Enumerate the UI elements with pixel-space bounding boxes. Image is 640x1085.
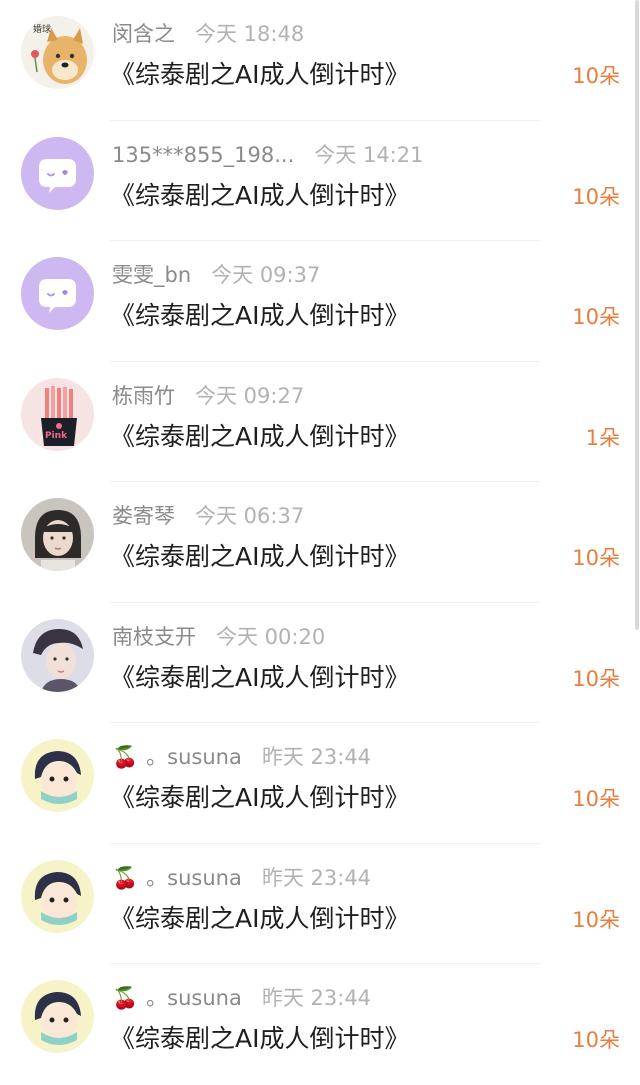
- book-title: 《综泰剧之AI成人倒计时》: [110, 1024, 410, 1053]
- avatar-text: Pink: [45, 431, 68, 441]
- user-name[interactable]: 南枝支开: [112, 621, 196, 651]
- flower-count: 10朵: [572, 184, 620, 209]
- timestamp: 今天 09:37: [211, 263, 321, 287]
- list-item[interactable]: 婚球 闵含之 今天 18:48 《综泰剧之AI成人倒计时》 10朵: [0, 0, 640, 121]
- chat-bubble-avatar-icon: [21, 257, 94, 330]
- flower-count: 10朵: [572, 666, 620, 691]
- timestamp: 今天 18:48: [195, 22, 305, 46]
- book-title: 《综泰剧之AI成人倒计时》: [110, 903, 410, 933]
- avatar[interactable]: Pink: [21, 377, 94, 451]
- flower-count: 10朵: [572, 1028, 620, 1052]
- list-item[interactable]: 🍒 。susuna 昨天 23:44 《综泰剧之AI成人倒计时》 10朵: [0, 844, 640, 964]
- flower-count: 1朵: [585, 425, 620, 450]
- cherry-icon: 🍒: [112, 986, 139, 1010]
- timestamp: 今天 14:21: [314, 142, 424, 167]
- avatar[interactable]: [21, 618, 94, 692]
- list-item[interactable]: 🍒 。susuna 昨天 23:44 《综泰剧之AI成人倒计时》 10朵: [0, 964, 640, 1085]
- avatar-text: 婚球: [33, 23, 51, 35]
- list-item[interactable]: Pink 栋雨竹 今天 09:27 《综泰剧之AI成人倒计时》 1朵: [0, 362, 640, 482]
- book-title: 《综泰剧之AI成人倒计时》: [110, 783, 410, 812]
- list-item[interactable]: 娄寄琴 今天 06:37 《综泰剧之AI成人倒计时》 10朵: [0, 482, 640, 603]
- cartoon-boy-avatar-icon: [21, 859, 94, 933]
- avatar[interactable]: 婚球: [21, 16, 94, 89]
- timestamp: 昨天 23:44: [261, 865, 372, 890]
- book-title: 《综泰剧之AI成人倒计时》: [110, 542, 410, 571]
- book-title: 《综泰剧之AI成人倒计时》: [110, 60, 410, 89]
- cherry-icon: 🍒: [112, 865, 139, 890]
- user-name[interactable]: 135***855_198...: [112, 143, 294, 167]
- dog-avatar-icon: 婚球: [21, 16, 94, 89]
- cartoon-boy-avatar-icon: [21, 980, 94, 1053]
- flower-count: 10朵: [572, 546, 620, 570]
- user-name[interactable]: 。susuna: [146, 982, 242, 1012]
- list-item[interactable]: 135***855_198... 今天 14:21 《综泰剧之AI成人倒计时》 …: [0, 121, 640, 241]
- flower-count: 10朵: [572, 64, 620, 88]
- book-title: 《综泰剧之AI成人倒计时》: [110, 421, 410, 451]
- timestamp: 今天 09:27: [195, 383, 305, 408]
- list-item[interactable]: 🍒 。susuna 昨天 23:44 《综泰剧之AI成人倒计时》 10朵: [0, 723, 640, 844]
- flower-count: 10朵: [572, 907, 620, 932]
- boy-photo-avatar-icon: [21, 618, 94, 692]
- chat-bubble-avatar-icon: [21, 136, 94, 210]
- book-title: 《综泰剧之AI成人倒计时》: [110, 180, 410, 210]
- avatar[interactable]: [21, 980, 94, 1053]
- flower-count: 10朵: [572, 787, 620, 811]
- user-name[interactable]: 栋雨竹: [112, 380, 175, 410]
- user-name[interactable]: 娄寄琴: [112, 500, 175, 530]
- user-name[interactable]: 雯雯_bn: [112, 259, 191, 289]
- book-title: 《综泰剧之AI成人倒计时》: [110, 301, 410, 330]
- timestamp: 昨天 23:44: [261, 986, 372, 1010]
- user-name[interactable]: 闵含之: [112, 18, 175, 48]
- avatar[interactable]: [21, 257, 94, 330]
- book-title: 《综泰剧之AI成人倒计时》: [110, 662, 410, 692]
- timestamp: 今天 06:37: [195, 504, 305, 528]
- avatar[interactable]: [21, 498, 94, 571]
- avatar[interactable]: [21, 136, 94, 210]
- gift-list: 婚球 闵含之 今天 18:48 《综泰剧之AI成人倒计时》 10朵 135***…: [0, 0, 640, 1085]
- user-name[interactable]: 。susuna: [146, 862, 242, 892]
- avatar[interactable]: [21, 859, 94, 933]
- cherry-icon: 🍒: [112, 745, 139, 769]
- pink-fries-avatar-icon: Pink: [21, 377, 94, 451]
- flower-count: 10朵: [572, 305, 620, 329]
- list-item[interactable]: 南枝支开 今天 00:20 《综泰剧之AI成人倒计时》 10朵: [0, 603, 640, 723]
- scrollbar[interactable]: [635, 0, 639, 630]
- cartoon-boy-avatar-icon: [21, 739, 94, 812]
- list-item[interactable]: 雯雯_bn 今天 09:37 《综泰剧之AI成人倒计时》 10朵: [0, 241, 640, 362]
- timestamp: 今天 00:20: [216, 624, 326, 649]
- girl-photo-avatar-icon: [21, 498, 94, 571]
- user-name[interactable]: 。susuna: [146, 741, 242, 771]
- timestamp: 昨天 23:44: [261, 745, 372, 769]
- avatar[interactable]: [21, 739, 94, 812]
